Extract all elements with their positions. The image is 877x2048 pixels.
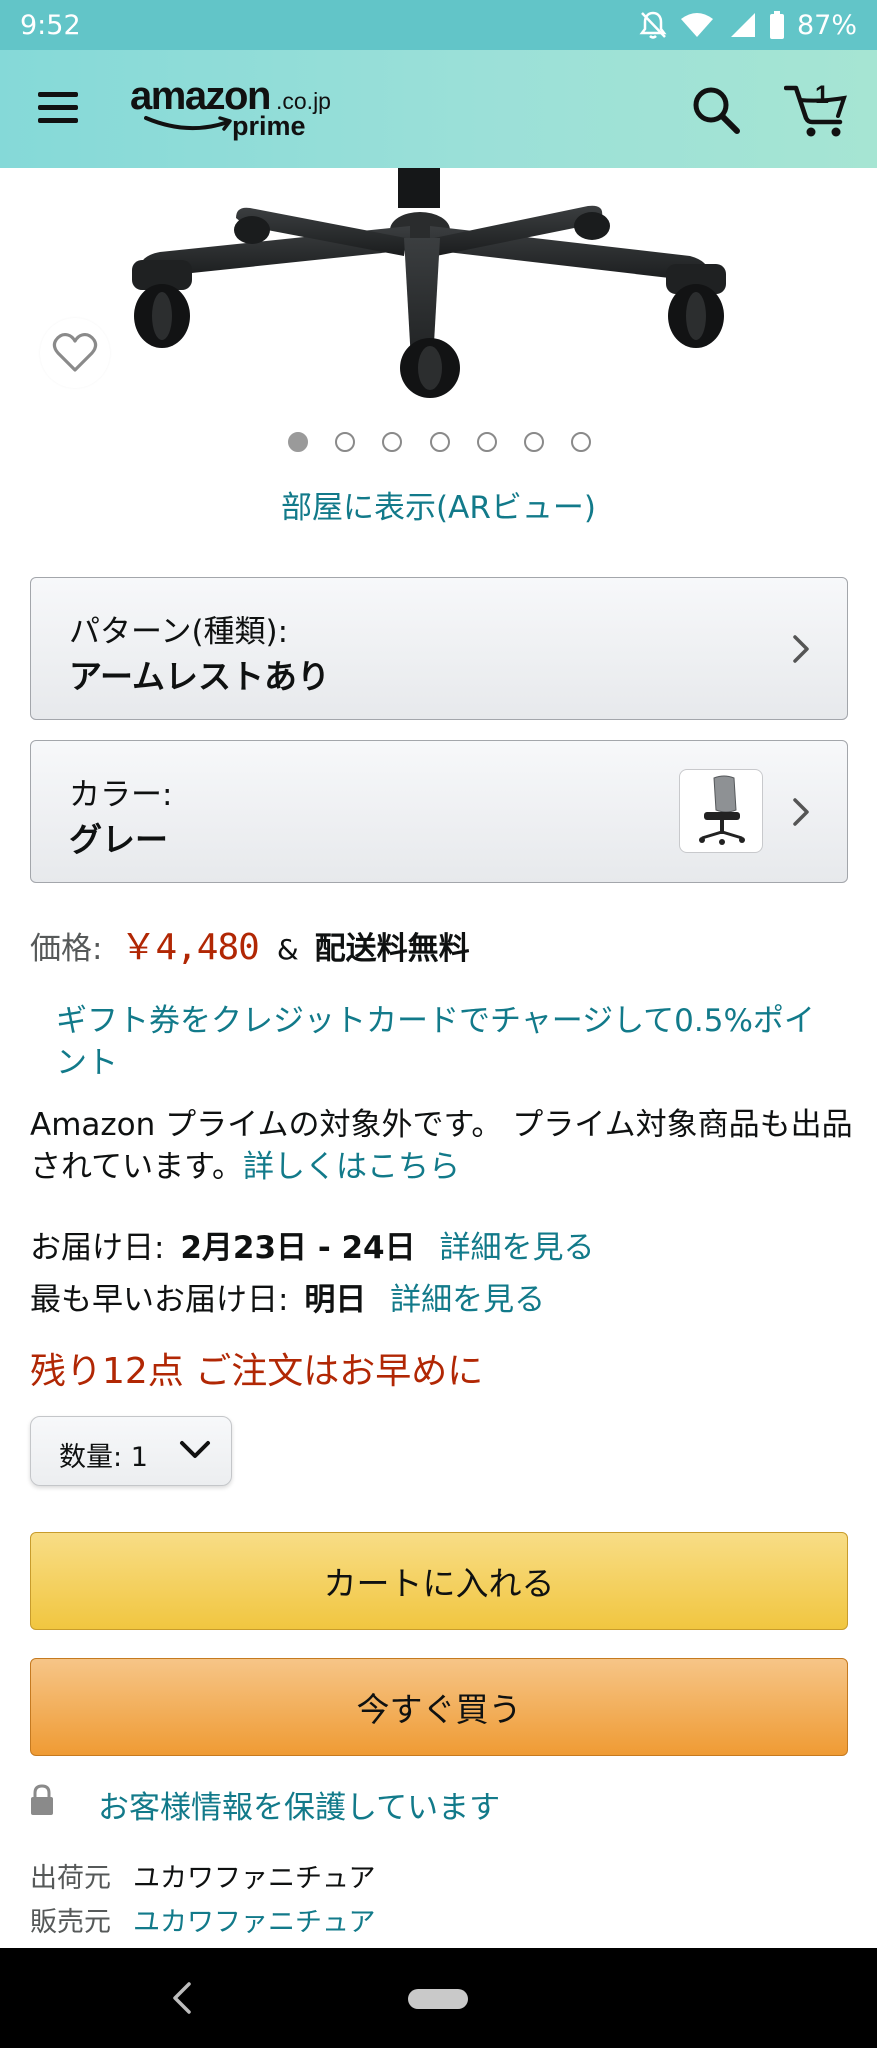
lock-icon <box>31 1784 53 1815</box>
delivery-details-link[interactable]: 詳細を見る <box>439 1230 594 1266</box>
add-to-cart-button[interactable]: カートに入れる <box>30 1532 848 1630</box>
sold-by-row: 販売元 ユカワファニチュア <box>30 1900 375 1939</box>
pagination-dot[interactable] <box>382 432 402 452</box>
price-label: 価格: <box>30 931 103 967</box>
pagination-dot[interactable] <box>477 432 497 452</box>
color-label: カラー: <box>69 777 173 813</box>
secure-transaction-row[interactable]: お客様情報を保護しています <box>30 1784 500 1826</box>
wifi-icon <box>680 13 713 37</box>
pattern-selector[interactable]: パターン(種類): アームレストあり <box>30 577 848 720</box>
logo-smile-icon <box>144 116 232 131</box>
quantity-text: 数量: 1 <box>59 1442 148 1473</box>
fastest-delivery-details-link[interactable]: 詳細を見る <box>390 1282 545 1318</box>
quantity-value: 1 <box>130 1442 148 1473</box>
fastest-delivery-date: 明日 <box>304 1282 367 1318</box>
pattern-label: パターン(種類): <box>69 614 289 650</box>
status-bar: 9:52 87% <box>0 0 877 50</box>
pagination-dot[interactable] <box>288 432 308 452</box>
bell-off-icon <box>639 11 667 39</box>
pagination-dot[interactable] <box>571 432 591 452</box>
chevron-down-icon <box>180 1441 210 1458</box>
search-icon[interactable] <box>690 84 742 136</box>
pagination-dot[interactable] <box>335 432 355 452</box>
price-amp: & <box>276 933 299 966</box>
fastest-delivery-label: 最も早いお届け日: <box>30 1282 289 1318</box>
prime-eligibility-note: Amazon プライムの対象外です。 プライム対象商品も出品されています。詳しく… <box>30 1104 860 1188</box>
sold-by-label: 販売元 <box>30 1907 111 1938</box>
delivery-dates: 2月23日 - 24日 <box>180 1230 416 1266</box>
color-swatch-thumbnail[interactable] <box>679 769 763 853</box>
battery-level: 87% <box>796 9 857 41</box>
wishlist-button[interactable] <box>40 318 110 388</box>
fastest-delivery-row: 最も早いお届け日: 明日 詳細を見る <box>30 1274 545 1319</box>
image-pagination <box>0 432 877 454</box>
app-header: amazon .co.jp prime 1 <box>0 50 877 168</box>
delivery-label: お届け日: <box>30 1230 165 1266</box>
product-image[interactable] <box>0 168 877 400</box>
price-row: 価格: ￥4,480 & 配送料無料 <box>30 918 470 970</box>
pagination-dot[interactable] <box>524 432 544 452</box>
secure-transaction-text[interactable]: お客様情報を保護しています <box>98 1782 500 1827</box>
home-pill[interactable] <box>408 1989 468 2009</box>
prime-details-link[interactable]: 詳しくはこちら <box>243 1149 460 1185</box>
quantity-dropdown[interactable]: 数量: 1 <box>30 1416 232 1486</box>
battery-icon <box>769 11 784 39</box>
color-value: グレー <box>69 820 168 859</box>
ships-from-value: ユカワファニチュア <box>133 1863 376 1894</box>
pagination-dot[interactable] <box>430 432 450 452</box>
sold-by-link[interactable]: ユカワファニチュア <box>133 1907 375 1938</box>
status-icons: 87% <box>639 10 857 41</box>
stock-warning: 残り12点 ご注文はお早めに <box>30 1351 484 1392</box>
buy-now-button[interactable]: 今すぐ買う <box>30 1658 848 1756</box>
chevron-right-icon <box>793 798 809 826</box>
chair-base-image <box>132 168 726 398</box>
ships-from-row: 出荷元 ユカワファニチュア <box>30 1856 375 1895</box>
price-value: ￥4,480 <box>120 927 259 968</box>
menu-icon[interactable] <box>38 90 80 126</box>
status-time: 9:52 <box>20 9 81 41</box>
color-selector[interactable]: カラー: グレー <box>30 740 848 883</box>
pattern-value: アームレストあり <box>69 657 331 696</box>
heart-icon <box>52 332 98 372</box>
amazon-prime-logo[interactable]: amazon .co.jp prime <box>128 74 358 146</box>
chevron-right-icon <box>793 635 809 663</box>
ships-from-label: 出荷元 <box>30 1863 111 1894</box>
ar-view-link[interactable]: 部屋に表示(ARビュー) <box>0 482 877 527</box>
cart-count-badge: 1 <box>815 81 829 109</box>
chair-thumbnail-icon <box>699 775 745 845</box>
back-icon[interactable] <box>170 1980 194 2016</box>
system-nav-bar <box>0 1948 877 2048</box>
free-shipping-label: 配送料無料 <box>314 931 470 967</box>
logo-prime-text: prime <box>232 111 306 141</box>
gift-card-promo-link[interactable]: ギフト券をクレジットカードでチャージして0.5%ポイント <box>56 1000 836 1084</box>
delivery-date-row: お届け日: 2月23日 - 24日 詳細を見る <box>30 1222 594 1267</box>
signal-icon <box>730 13 755 37</box>
